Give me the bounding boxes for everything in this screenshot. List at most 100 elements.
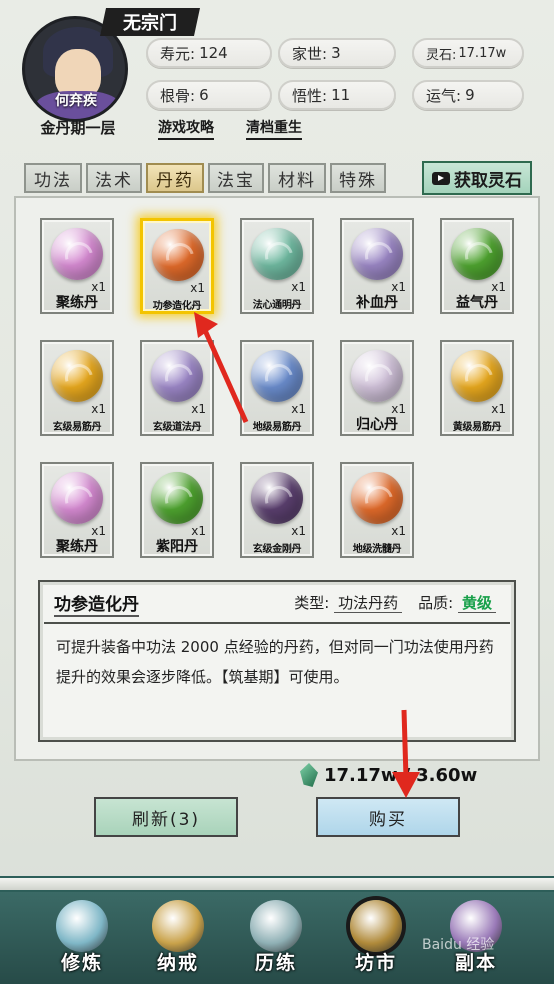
cauldron-icon xyxy=(350,900,402,952)
ring-icon xyxy=(152,900,204,952)
stat-label: 灵石: xyxy=(426,47,457,63)
tab-spells[interactable]: 法术 xyxy=(86,163,142,193)
pill-icon xyxy=(251,472,303,524)
pill-icon xyxy=(351,350,403,402)
pill-name: 补血丹 xyxy=(356,295,398,311)
pill-quantity: x1 xyxy=(491,402,506,416)
pill-quantity: x1 xyxy=(291,402,306,416)
stat-value: 3 xyxy=(331,44,341,62)
stat-label: 家世: xyxy=(292,44,328,63)
mountain-icon xyxy=(250,900,302,952)
pill-name: 玄级金刚丹 xyxy=(252,544,302,555)
tab-treasures[interactable]: 法宝 xyxy=(208,163,264,193)
pill-item[interactable]: x1 玄级易筋丹 xyxy=(40,340,114,436)
nav-cauldron[interactable]: 坊市 xyxy=(336,896,416,980)
tab-special[interactable]: 特殊 xyxy=(330,163,386,193)
video-icon xyxy=(432,171,450,185)
stat-value: 17.17w xyxy=(458,45,507,61)
type-label: 类型: xyxy=(294,594,330,612)
nav-label: 坊市 xyxy=(354,952,397,974)
player-realm: 金丹期一层 xyxy=(40,119,116,137)
pill-item[interactable]: x1 归心丹 xyxy=(340,340,414,436)
pill-icon xyxy=(51,472,103,524)
tab-techniques[interactable]: 功法 xyxy=(24,163,82,193)
stat-value: 6 xyxy=(199,86,209,104)
grade-value: 黄级 xyxy=(457,594,496,613)
pill-icon xyxy=(51,350,103,402)
pill-icon xyxy=(151,472,203,524)
game-guide-link[interactable]: 游戏攻略 xyxy=(158,117,214,140)
pill-name: 紫阳丹 xyxy=(156,539,198,555)
stat-spirit-stones: 灵石: 17.17w xyxy=(412,38,524,68)
pill-quantity: x1 xyxy=(190,281,205,295)
stat-lifespan: 寿元: 124 xyxy=(146,38,272,68)
stat-family: 家世: 3 xyxy=(278,38,396,68)
pill-name: 益气丹 xyxy=(456,295,498,311)
stat-label: 悟性: xyxy=(292,86,328,105)
pill-item[interactable]: x1 法心通明丹 xyxy=(240,218,314,314)
pill-icon xyxy=(152,229,204,281)
pill-item[interactable]: x1 玄级金刚丹 xyxy=(240,462,314,558)
nav-mountain[interactable]: 历练 xyxy=(236,896,316,980)
get-spirit-stones-button[interactable]: 获取灵石 xyxy=(422,161,532,195)
pill-item[interactable]: x1 黄级易筋丹 xyxy=(440,340,514,436)
reset-save-link[interactable]: 清档重生 xyxy=(246,117,302,140)
pill-icon xyxy=(251,228,303,280)
player-name: 何弃疾 xyxy=(55,93,97,109)
pill-item[interactable]: x1 补血丹 xyxy=(340,218,414,314)
item-detail-box: 功参造化丹 类型: 功法丹药 品质: 黄级 可提升装备中功法 2000 点经验的… xyxy=(38,580,516,742)
nav-label: 历练 xyxy=(254,952,297,974)
stat-value: 124 xyxy=(199,44,228,62)
pill-quantity: x1 xyxy=(291,524,306,538)
stones-owned: 17.17w xyxy=(324,764,398,786)
pill-item[interactable]: x1 聚练丹 xyxy=(40,218,114,314)
pill-name: 法心通明丹 xyxy=(252,300,302,311)
detail-title: 功参造化丹 xyxy=(54,590,139,617)
sect-banner: 无宗门 xyxy=(100,8,200,36)
stat-label: 运气: xyxy=(426,86,462,105)
item-cost: 3.60w xyxy=(416,764,478,786)
grade-label: 品质: xyxy=(418,594,454,612)
pill-icon xyxy=(451,350,503,402)
stat-value: 9 xyxy=(465,86,475,104)
nav-label: 纳戒 xyxy=(156,952,199,974)
tab-pills[interactable]: 丹药 xyxy=(146,163,204,193)
nav-scroll-divider xyxy=(0,876,554,892)
spirit-stone-icon xyxy=(300,763,318,787)
buy-button[interactable]: 购买 xyxy=(316,797,460,837)
pill-name: 聚练丹 xyxy=(56,295,98,311)
pill-icon xyxy=(51,228,103,280)
pill-name: 玄级易筋丹 xyxy=(52,422,102,433)
pill-name: 地级洗髓丹 xyxy=(352,544,402,555)
detail-description: 可提升装备中功法 2000 点经验的丹药，但对同一门功法使用丹药提升的效果会逐步… xyxy=(56,638,494,686)
pill-item[interactable]: x1 紫阳丹 xyxy=(140,462,214,558)
yin-yang-icon xyxy=(56,900,108,952)
pill-name: 归心丹 xyxy=(356,417,398,433)
pill-name: 黄级易筋丹 xyxy=(452,422,502,433)
pill-item[interactable]: x1 益气丹 xyxy=(440,218,514,314)
pill-item[interactable]: x1 地级洗髓丹 xyxy=(340,462,414,558)
get-spirit-stones-label: 获取灵石 xyxy=(454,170,522,191)
detail-meta: 类型: 功法丹药 品质: 黄级 xyxy=(294,592,496,613)
pill-name: 聚练丹 xyxy=(56,539,98,555)
refresh-button[interactable]: 刷新(3) xyxy=(94,797,238,837)
pill-icon xyxy=(351,228,403,280)
nav-yin-yang[interactable]: 修炼 xyxy=(42,896,122,980)
tab-materials[interactable]: 材料 xyxy=(268,163,326,193)
nav-ring[interactable]: 纳戒 xyxy=(138,896,218,980)
annotation-arrow-down xyxy=(392,709,420,798)
stat-comprehension: 悟性: 11 xyxy=(278,80,396,110)
stat-luck: 运气: 9 xyxy=(412,80,524,110)
nav-label: 修炼 xyxy=(60,952,103,974)
pill-quantity: x1 xyxy=(91,402,106,416)
watermark: Baidu 经验 xyxy=(422,937,495,953)
stat-label: 寿元: xyxy=(160,44,196,63)
pill-icon xyxy=(351,472,403,524)
pill-item[interactable]: x1 聚练丹 xyxy=(40,462,114,558)
stat-root-bone: 根骨: 6 xyxy=(146,80,272,110)
pill-quantity: x1 xyxy=(291,280,306,294)
type-value: 功法丹药 xyxy=(334,594,403,613)
detail-divider xyxy=(44,622,510,624)
pill-item[interactable]: x1 功参造化丹 xyxy=(140,218,214,314)
pill-icon xyxy=(451,228,503,280)
